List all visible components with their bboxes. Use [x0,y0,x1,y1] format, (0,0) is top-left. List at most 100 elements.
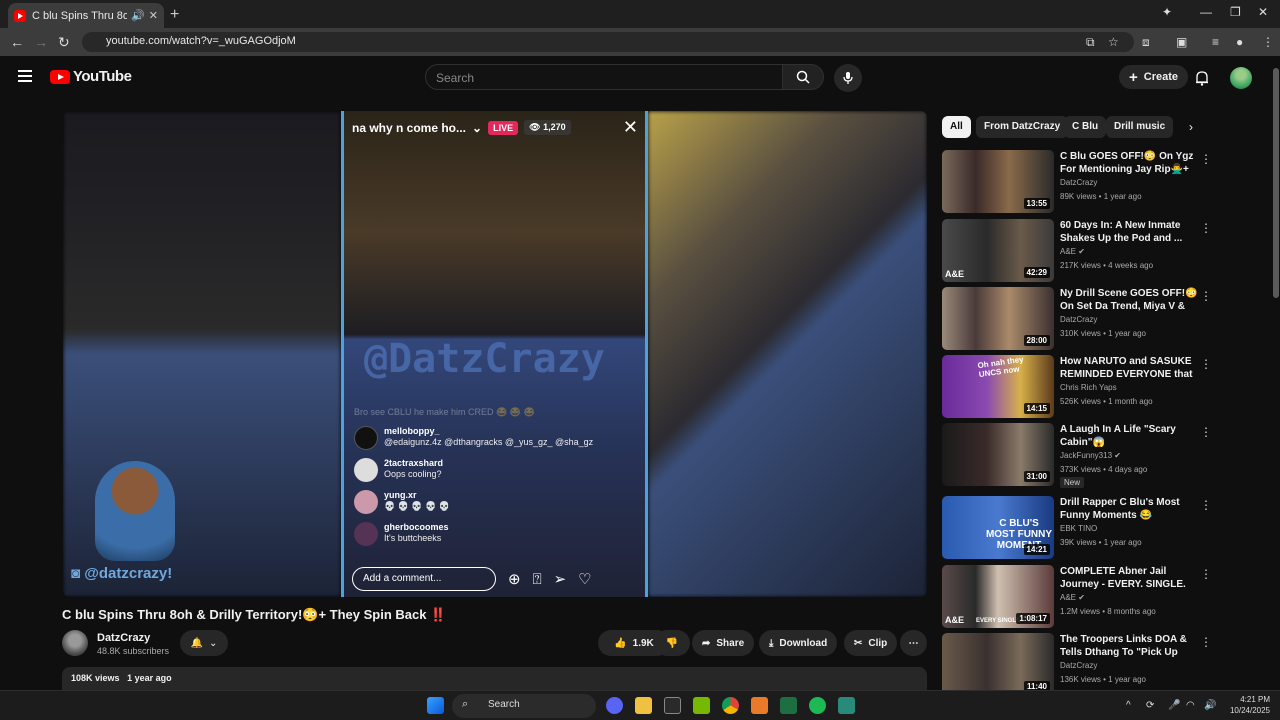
discord-icon[interactable] [606,697,623,714]
more-vertical-icon[interactable]: ⋮ [1200,567,1212,581]
more-vertical-icon[interactable]: ⋮ [1200,635,1212,649]
recommendation-item[interactable]: 28:00 Ny Drill Scene GOES OFF!😳 On Set D… [942,287,1212,351]
recommendation-item[interactable]: A&E EVERY SINGLE 1:08:17 COMPLETE Abner … [942,565,1212,629]
recommendation-channel[interactable]: A&E ✔ [1060,593,1085,602]
spotify-icon[interactable] [809,697,826,714]
clip-button[interactable]: ✂ Clip [844,630,898,656]
new-tab-button[interactable]: + [170,6,179,24]
chip-c-blu[interactable]: C Blu [1064,116,1107,138]
more-vertical-icon[interactable]: ⋮ [1200,357,1212,371]
system-clock[interactable]: 4:21 PM 10/24/2025 [1224,694,1270,716]
subscription-bell-button[interactable]: 🔔 ⌄ [180,630,228,656]
reload-icon[interactable]: ↻ [58,34,70,51]
more-vertical-icon[interactable]: ⋮ [1200,152,1212,166]
recommendation-channel[interactable]: A&E ✔ [1060,247,1085,256]
chevron-right-icon[interactable]: › [1189,120,1193,134]
recommendation-title[interactable]: How NARUTO and SASUKE REMINDED EVERYONE … [1060,355,1198,381]
bookmark-star-icon[interactable]: ☆ [1108,35,1119,49]
file-explorer-icon[interactable] [635,697,652,714]
recommendation-item[interactable]: C BLU'S MOST FUNNY MOMENT 14:21 Drill Ra… [942,496,1212,560]
create-button[interactable]: + Create [1119,65,1189,89]
taskbar-search[interactable]: ⌕ Search [452,694,596,718]
dislike-button[interactable]: 👎 [654,630,690,656]
channel-name[interactable]: DatzCrazy [97,632,150,644]
recommendation-title[interactable]: Ny Drill Scene GOES OFF!😳 On Set Da Tren… [1060,287,1198,313]
app-icon[interactable] [751,697,768,714]
more-vertical-icon[interactable]: ⋮ [1200,289,1212,303]
excel-icon[interactable] [780,697,797,714]
recommendation-title[interactable]: The Troopers Links DOA & Tells Dthang To… [1060,633,1198,659]
recommendation-channel[interactable]: DatzCrazy [1060,315,1097,324]
close-window-icon[interactable]: ✕ [1258,5,1268,19]
hamburger-menu-icon[interactable] [18,70,32,82]
recommendation-channel[interactable]: DatzCrazy [1060,661,1097,670]
search-button[interactable] [782,64,824,90]
sync-icon[interactable]: ⟳ [1146,700,1154,711]
video-thumbnail[interactable]: C BLU'S MOST FUNNY MOMENT 14:21 [942,496,1054,559]
recommendation-title[interactable]: Drill Rapper C Blu's Most Funny Moments … [1060,496,1198,522]
forward-icon[interactable]: → [34,34,48,50]
app-icon[interactable] [838,697,855,714]
search-input[interactable]: Search [425,64,783,90]
recommendation-title[interactable]: C Blu GOES OFF!😳 On Ygz For Mentioning J… [1060,150,1198,176]
speaker-icon[interactable]: 🔊 [131,9,145,22]
video-thumbnail[interactable]: 28:00 [942,287,1054,350]
more-vertical-icon[interactable]: ⋮ [1200,425,1212,439]
recommendation-title[interactable]: COMPLETE Abner Jail Journey - EVERY. SIN… [1060,565,1198,591]
notifications-bell-icon[interactable] [1195,70,1209,86]
nvidia-icon[interactable] [693,697,710,714]
recommendation-channel[interactable]: Chris Rich Yaps [1060,383,1117,392]
split-view-icon[interactable]: ▣ [1176,35,1187,49]
chevron-up-icon[interactable]: ^ [1126,700,1131,711]
page-scrollbar[interactable] [1272,56,1280,690]
chip-all[interactable]: All [942,116,971,138]
restore-icon[interactable]: ❐ [1230,5,1241,19]
microphone-icon[interactable]: 🎤 [1168,700,1180,711]
chrome-icon[interactable] [722,697,739,714]
windows-start-icon[interactable] [427,697,444,714]
video-thumbnail[interactable]: A&E EVERY SINGLE 1:08:17 [942,565,1054,628]
recommendation-item[interactable]: 11:40 The Troopers Links DOA & Tells Dth… [942,633,1212,690]
recommendation-item[interactable]: A&E 42:29 60 Days In: A New Inmate Shake… [942,219,1212,283]
share-button[interactable]: ➦ Share [692,630,755,656]
download-button[interactable]: ⤓ Download [759,630,838,656]
chip-from-datzcrazy[interactable]: From DatzCrazy [976,116,1069,138]
minimize-icon[interactable]: — [1200,5,1212,19]
chip-drill-music[interactable]: Drill music [1106,116,1174,138]
volume-icon[interactable]: 🔊 [1204,700,1216,711]
video-thumbnail[interactable]: A&E 42:29 [942,219,1054,282]
user-avatar[interactable] [1230,67,1252,89]
more-actions-button[interactable]: ⋯ [900,630,927,656]
menu-dots-icon[interactable]: ⋮ [1262,35,1274,49]
recommendation-item[interactable]: 31:00 A Laugh In A Life "Scary Cabin"😱 J… [942,423,1212,488]
more-vertical-icon[interactable]: ⋮ [1200,221,1212,235]
sparkle-icon[interactable]: ✦ [1162,5,1172,19]
video-thumbnail[interactable]: 11:40 [942,633,1054,690]
description-box[interactable]: 108K views 1 year ago [62,667,927,691]
url-bar[interactable]: youtube.com/watch?v=_wuGAGOdjoM [82,32,1134,52]
recommendation-channel[interactable]: EBK TINO [1060,524,1097,533]
app-icon[interactable] [664,697,681,714]
more-vertical-icon[interactable]: ⋮ [1200,498,1212,512]
video-thumbnail[interactable]: 31:00 [942,423,1054,486]
profile-icon[interactable]: ● [1236,35,1243,49]
back-icon[interactable]: ← [10,34,24,50]
recommendation-item[interactable]: Oh nah they UNCS now 14:15 How NARUTO an… [942,355,1212,419]
video-thumbnail[interactable]: 13:55 [942,150,1054,213]
recommendation-channel[interactable]: JackFunny313 ✔ [1060,451,1121,460]
recommendation-title[interactable]: A Laugh In A Life "Scary Cabin"😱 [1060,423,1198,449]
close-tab-icon[interactable]: ✕ [149,9,158,22]
voice-search-button[interactable] [834,64,862,92]
browser-tab[interactable]: C blu Spins Thru 8oh & Drill 🔊 ✕ [8,3,164,28]
wifi-icon[interactable]: ◠ [1186,700,1195,711]
video-player[interactable]: ◙ @datzcrazy! na why n come ho... ⌄ LIVE… [63,111,927,597]
recommendation-channel[interactable]: DatzCrazy [1060,178,1097,187]
scrollbar-thumb[interactable] [1273,68,1279,298]
install-icon[interactable]: ⧉ [1086,35,1095,50]
youtube-logo[interactable]: YouTube [50,68,132,85]
channel-avatar[interactable] [62,630,88,656]
video-thumbnail[interactable]: Oh nah they UNCS now 14:15 [942,355,1054,418]
recommendation-item[interactable]: 13:55 C Blu GOES OFF!😳 On Ygz For Mentio… [942,150,1212,214]
extensions-icon[interactable]: ⧈ [1142,35,1150,50]
reading-list-icon[interactable]: ≡ [1212,35,1219,49]
